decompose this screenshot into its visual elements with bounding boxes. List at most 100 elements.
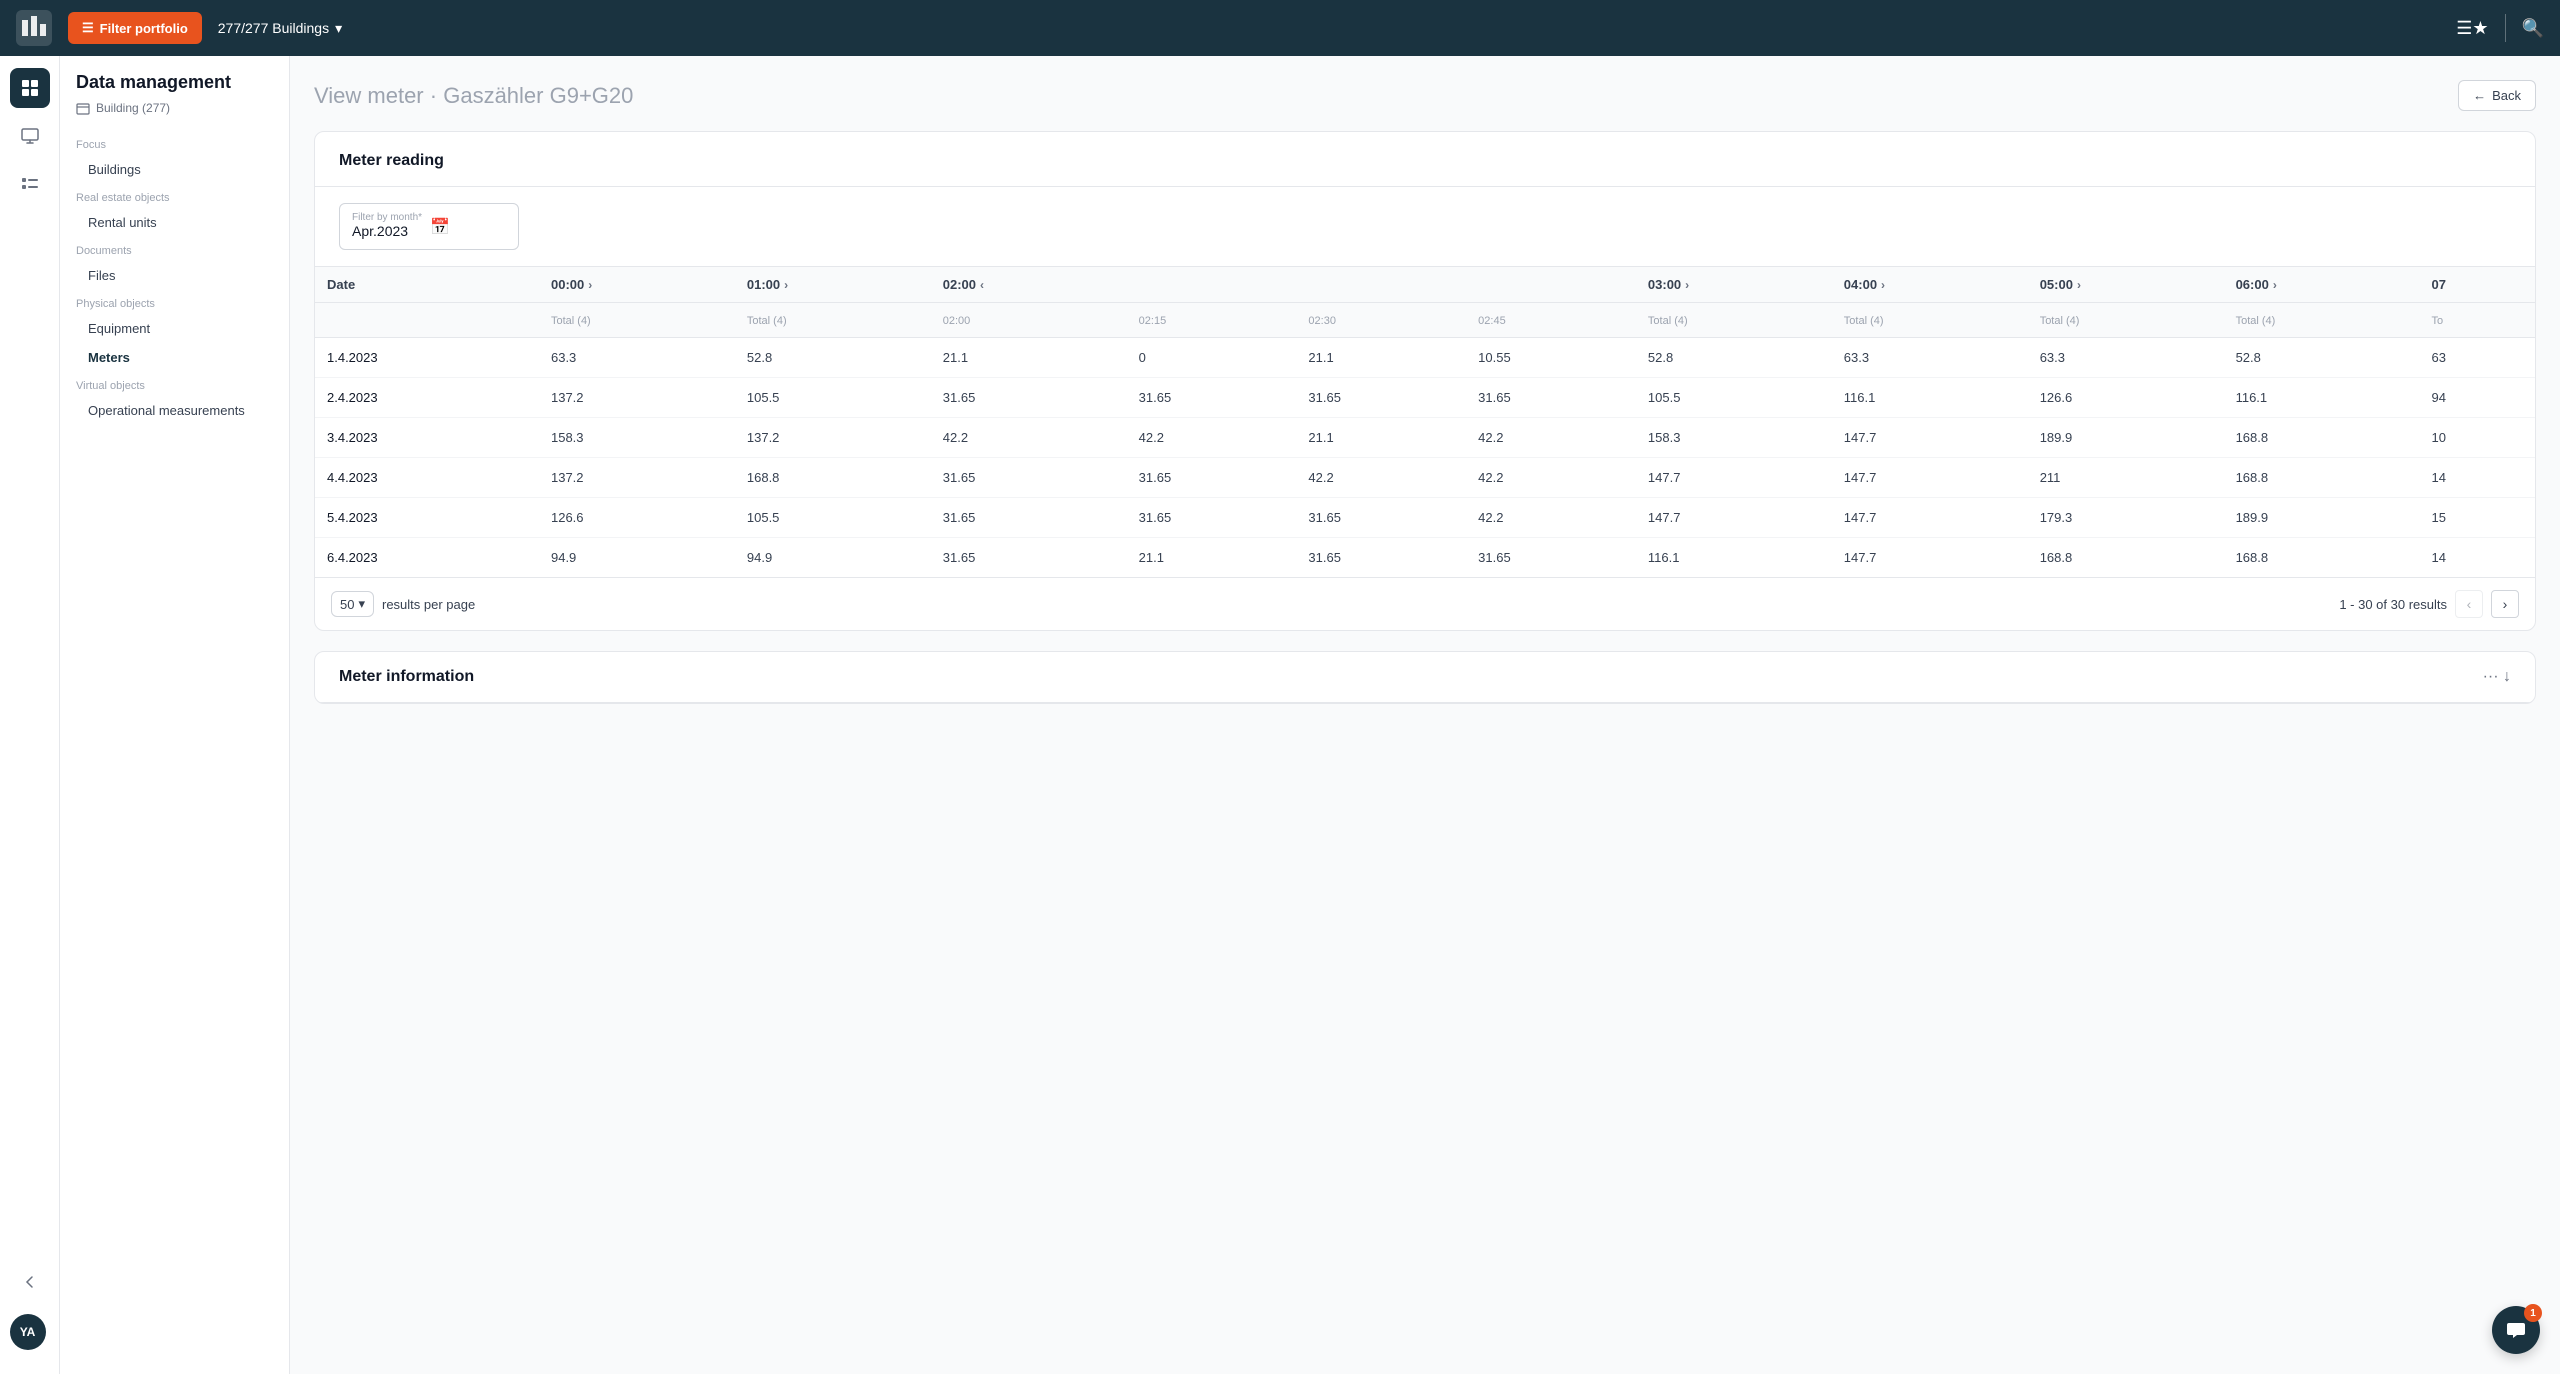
- cell-r2-c7: 158.3: [1636, 418, 1832, 458]
- chat-widget[interactable]: 1: [2492, 1306, 2540, 1354]
- page-header: View meter · Gaszähler G9+G20 ← Back: [314, 80, 2536, 111]
- cell-r4-c10: 189.9: [2224, 498, 2420, 538]
- cell-r0-c1: 63.3: [539, 338, 735, 378]
- sidebar-icon-monitor[interactable]: [10, 116, 50, 156]
- table-row: 6.4.202394.994.931.6521.131.6531.65116.1…: [315, 538, 2535, 578]
- cell-r1-c3: 31.65: [931, 378, 1127, 418]
- cell-r3-c6: 42.2: [1466, 458, 1636, 498]
- user-avatar[interactable]: YA: [10, 1314, 46, 1350]
- col-empty-1: [1127, 267, 1297, 303]
- sidebar-icon-list[interactable]: [10, 164, 50, 204]
- cell-r4-c9: 179.3: [2028, 498, 2224, 538]
- top-nav-left: ☰ Filter portfolio 277/277 Buildings ▾: [16, 10, 342, 46]
- col-0600-sub: Total (4): [2224, 303, 2420, 338]
- cell-r1-c11: 94: [2419, 378, 2535, 418]
- content-area: View meter · Gaszähler G9+G20 ← Back Met…: [290, 56, 2560, 1374]
- col-0300: 03:00 ›: [1636, 267, 1832, 303]
- cell-r3-c1: 137.2: [539, 458, 735, 498]
- month-filter[interactable]: Filter by month* Apr.2023 📅: [339, 203, 519, 250]
- cell-r3-c0: 4.4.2023: [315, 458, 539, 498]
- cell-r0-c4: 0: [1127, 338, 1297, 378]
- sidebar-item-buildings[interactable]: Buildings: [60, 155, 289, 184]
- cell-r5-c7: 116.1: [1636, 538, 1832, 578]
- col-07-sub: To: [2419, 303, 2535, 338]
- col-07: 07: [2419, 267, 2535, 303]
- filter-portfolio-button[interactable]: ☰ Filter portfolio: [68, 12, 202, 44]
- cell-r4-c7: 147.7: [1636, 498, 1832, 538]
- cell-r5-c9: 168.8: [2028, 538, 2224, 578]
- back-button[interactable]: ← Back: [2458, 80, 2536, 111]
- cell-r4-c0: 5.4.2023: [315, 498, 539, 538]
- cell-r3-c11: 14: [2419, 458, 2535, 498]
- page-title-main: View meter: [314, 83, 424, 108]
- sidebar-item-rental-units[interactable]: Rental units: [60, 208, 289, 237]
- table-row: 5.4.2023126.6105.531.6531.6531.6542.2147…: [315, 498, 2535, 538]
- page-title-sub: Gaszähler G9+G20: [443, 83, 633, 108]
- filter-text: Filter by month* Apr.2023: [352, 212, 422, 241]
- per-page-dropdown[interactable]: 50 ▾: [331, 591, 374, 617]
- pagination-row: 50 ▾ results per page 1 - 30 of 30 resul…: [315, 577, 2535, 630]
- col-0500: 05:00 ›: [2028, 267, 2224, 303]
- sidebar-icon-collapse[interactable]: [10, 1262, 50, 1302]
- card-header: Meter reading: [315, 132, 2535, 187]
- sidebar-item-files[interactable]: Files: [60, 261, 289, 290]
- filter-icon: ☰: [82, 20, 94, 36]
- top-nav: ☰ Filter portfolio 277/277 Buildings ▾ ☰…: [0, 0, 2560, 56]
- next-page-button[interactable]: ›: [2491, 590, 2519, 618]
- buildings-count: 277/277 Buildings: [218, 20, 329, 36]
- cell-r2-c4: 42.2: [1127, 418, 1297, 458]
- col-0200: 02:00 ‹: [931, 267, 1127, 303]
- cell-r0-c9: 63.3: [2028, 338, 2224, 378]
- sidebar-item-equipment[interactable]: Equipment: [60, 314, 289, 343]
- table-head: Date 00:00 › 01:00 › 02:00 ‹ 03:00 › 04:…: [315, 267, 2535, 338]
- meter-info-title: Meter information: [339, 668, 474, 686]
- col-0200-sub: 02:00: [931, 303, 1127, 338]
- col-0400-sub: Total (4): [1832, 303, 2028, 338]
- cell-r2-c8: 147.7: [1832, 418, 2028, 458]
- cell-r0-c6: 10.55: [1466, 338, 1636, 378]
- icon-sidebar: YA: [0, 56, 60, 1374]
- col-0100: 01:00 ›: [735, 267, 931, 303]
- cell-r5-c3: 31.65: [931, 538, 1127, 578]
- cell-r1-c10: 116.1: [2224, 378, 2420, 418]
- cell-r5-c11: 14: [2419, 538, 2535, 578]
- per-page-select: 50 ▾ results per page: [331, 591, 475, 617]
- card-title: Meter reading: [339, 152, 444, 170]
- filter-star-icon[interactable]: ☰★: [2456, 18, 2488, 39]
- col-0230-sub: 02:30: [1296, 303, 1466, 338]
- col-0000-sub: Total (4): [539, 303, 735, 338]
- sidebar-section-documents: Documents: [60, 237, 289, 261]
- cell-r0-c3: 21.1: [931, 338, 1127, 378]
- table-row: 3.4.2023158.3137.242.242.221.142.2158.31…: [315, 418, 2535, 458]
- sidebar-section-realestate: Real estate objects: [60, 184, 289, 208]
- cell-r4-c8: 147.7: [1832, 498, 2028, 538]
- cell-r3-c5: 42.2: [1296, 458, 1466, 498]
- main-layout: YA Data management Building (277) Focus …: [0, 56, 2560, 1374]
- cell-r1-c8: 116.1: [1832, 378, 2028, 418]
- cell-r2-c3: 42.2: [931, 418, 1127, 458]
- cell-r2-c11: 10: [2419, 418, 2535, 458]
- filter-value: Apr.2023: [352, 223, 408, 239]
- chat-notification-badge: 1: [2524, 1304, 2542, 1322]
- cell-r4-c4: 31.65: [1127, 498, 1297, 538]
- meter-info-header: Meter information ··· ↓: [315, 652, 2535, 703]
- buildings-selector[interactable]: 277/277 Buildings ▾: [218, 20, 342, 37]
- app-logo: [16, 10, 52, 46]
- meter-info-dots[interactable]: ··· ↓: [2483, 668, 2511, 686]
- cell-r1-c5: 31.65: [1296, 378, 1466, 418]
- search-icon[interactable]: 🔍: [2522, 18, 2544, 39]
- pagination-text: 1 - 30 of 30 results: [2339, 597, 2447, 612]
- sidebar-item-operational-measurements[interactable]: Operational measurements: [60, 396, 289, 425]
- cell-r0-c2: 52.8: [735, 338, 931, 378]
- nav-divider: [2505, 14, 2506, 42]
- cell-r3-c9: 211: [2028, 458, 2224, 498]
- sidebar-section-physical: Physical objects: [60, 290, 289, 314]
- sidebar-icon-table[interactable]: [10, 68, 50, 108]
- cell-r1-c0: 2.4.2023: [315, 378, 539, 418]
- cell-r5-c4: 21.1: [1127, 538, 1297, 578]
- prev-page-button[interactable]: ‹: [2455, 590, 2483, 618]
- table-wrapper: Date 00:00 › 01:00 › 02:00 ‹ 03:00 › 04:…: [315, 267, 2535, 577]
- cell-r3-c8: 147.7: [1832, 458, 2028, 498]
- sidebar-item-meters[interactable]: Meters: [60, 343, 289, 372]
- filter-row: Filter by month* Apr.2023 📅: [315, 187, 2535, 267]
